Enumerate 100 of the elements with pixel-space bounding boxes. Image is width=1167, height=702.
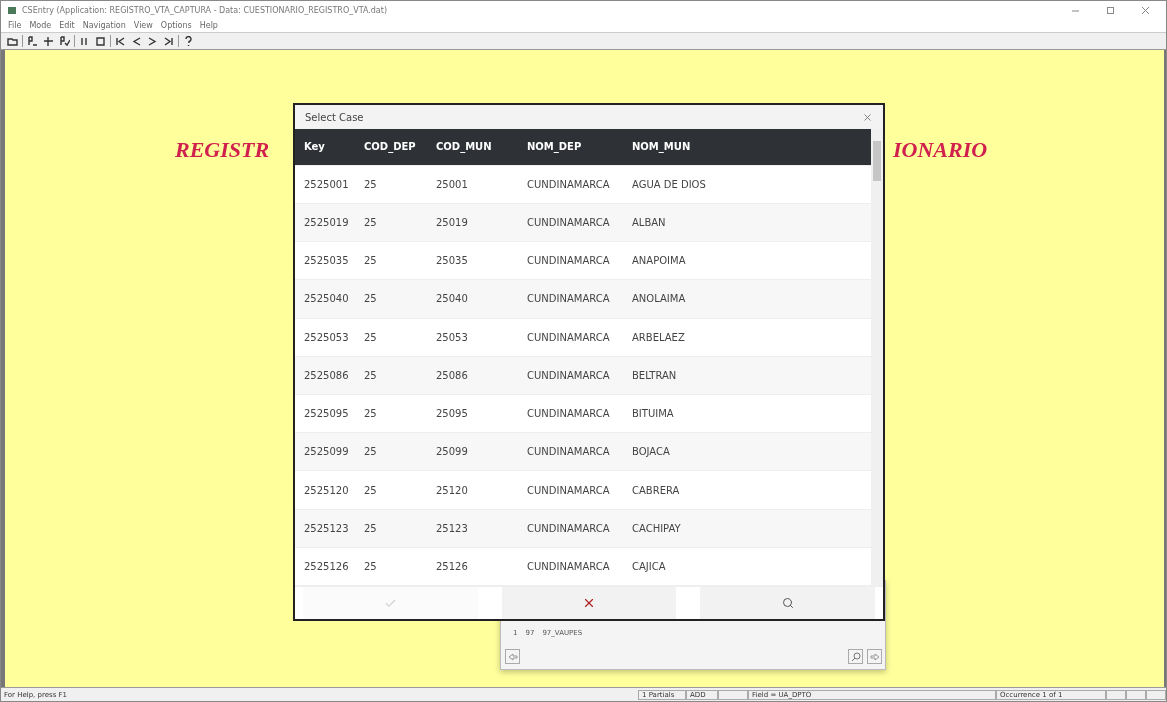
app-icon: [7, 5, 17, 15]
table-cell-text: 25: [364, 484, 378, 496]
table-cell-text: CUNDINAMARCA: [527, 217, 611, 229]
form-title: REGISTR: [175, 137, 270, 163]
table-cell-text: 25019: [436, 217, 469, 229]
table-cell-text: 25: [364, 408, 378, 420]
stop-icon: [95, 35, 106, 47]
close-icon: [1140, 5, 1150, 15]
menu-item[interactable]: Navigation: [82, 21, 126, 30]
insert-icon: [43, 35, 54, 47]
column-header: Key: [304, 141, 326, 153]
status-pane: [1126, 689, 1146, 700]
table-cell-text: 2525040: [304, 293, 350, 305]
table-cell-text: CABRERA: [632, 484, 681, 496]
column-header: COD_DEP: [364, 141, 417, 153]
pause-icon: [79, 35, 90, 47]
table-cell-text: AGUA DE DIOS: [632, 178, 707, 190]
table-cell-text: BOJACA: [632, 446, 671, 458]
left-arrow-icon: [507, 652, 518, 661]
status-pane: [1106, 689, 1126, 700]
close-icon: [582, 596, 596, 610]
table-cell-text: 25086: [436, 369, 469, 381]
maximize-icon: [1105, 5, 1115, 15]
table-cell-text: CUNDINAMARCA: [527, 331, 611, 343]
last-button[interactable]: [162, 34, 175, 48]
table-cell-text: CUNDINAMARCA: [527, 522, 611, 534]
table-cell-text: 2525053: [304, 331, 350, 343]
menu-item[interactable]: File: [8, 21, 22, 30]
table-cell-text: ARBELAEZ: [632, 331, 686, 343]
table-cell-text: 25: [364, 217, 378, 229]
table-cell-text: 2525126: [304, 560, 350, 572]
table-cell-text: CUNDINAMARCA: [527, 484, 611, 496]
right-arrow-icon: [869, 652, 880, 661]
table-cell-text: 25040: [436, 293, 469, 305]
table-cell-text: CUNDINAMARCA: [527, 178, 611, 190]
first-button[interactable]: [114, 34, 127, 48]
column-header: NOM_MUN: [632, 141, 692, 153]
last-icon: [163, 35, 174, 47]
previous-icon: [131, 35, 142, 47]
table-cell-text: 25: [364, 560, 378, 572]
table-cell-text: 2525099: [304, 446, 350, 458]
table-cell-text: 25: [364, 293, 378, 305]
menu-item[interactable]: View: [133, 21, 153, 30]
status-pane: [1146, 689, 1166, 700]
scrollbar[interactable]: [871, 129, 883, 586]
previous-button[interactable]: [130, 34, 143, 48]
table-cell-text: 2525086: [304, 369, 350, 381]
table-cell-text: BITUIMA: [632, 408, 675, 420]
table-cell-text: 25053: [436, 331, 469, 343]
table-cell-text: BELTRAN: [632, 369, 678, 381]
status-pane: [718, 689, 748, 700]
table-cell-text: 2525120: [304, 484, 350, 496]
table-cell-text: 25: [364, 369, 378, 381]
table-cell-text: CUNDINAMARCA: [527, 293, 611, 305]
table-row[interactable]: 2525040 25 25040 CUNDINAMARCA ANOLAIMA: [295, 280, 871, 319]
table-cell-text: ANOLAIMA: [632, 293, 687, 305]
table-cell-text: 25: [364, 331, 378, 343]
table-cell-text: 25099: [436, 446, 469, 458]
dialog-title: Select Case: [305, 111, 365, 123]
column-header: COD_MUN: [436, 141, 493, 153]
table-cell-text: CUNDINAMARCA: [527, 369, 611, 381]
table-cell-text: 25: [364, 446, 378, 458]
window-title: CSEntry (Application: REGISTRO_VTA_CAPTURA - Data: CUESTIONARIO_REGISTRO_VTA.dat): [22, 5, 389, 15]
menu-item[interactable]: Options: [160, 21, 192, 30]
table-row[interactable]: 2525019 25 25019 CUNDINAMARCA ALBAN: [295, 204, 871, 243]
stop-button[interactable]: [94, 34, 107, 48]
table-cell-text: 25126: [436, 560, 469, 572]
table-cell-text: 25095: [436, 408, 469, 420]
close-button[interactable]: [862, 111, 873, 123]
table-cell-text: 25: [364, 178, 378, 190]
table-cell-text: CACHIPAY: [632, 522, 682, 534]
menu-item[interactable]: Mode: [29, 21, 52, 30]
search-icon: [850, 651, 861, 662]
table-cell-text: 2525123: [304, 522, 350, 534]
first-icon: [115, 35, 126, 47]
table-row[interactable]: 2525123 25 25123 CUNDINAMARCA CACHIPAY: [295, 509, 871, 548]
table-cell-text: 25: [364, 522, 378, 534]
table-cell-text: 2525019: [304, 217, 350, 229]
search-icon: [781, 597, 794, 609]
next-button[interactable]: [146, 34, 159, 48]
table-cell-text: 2525035: [304, 255, 350, 267]
search-button[interactable]: [848, 649, 863, 664]
close-icon: [862, 111, 873, 123]
table-cell-text: ANAPOIMA: [632, 255, 687, 267]
insert-button[interactable]: [42, 34, 55, 48]
menu-item[interactable]: Edit: [59, 21, 75, 30]
help-icon: [183, 35, 194, 47]
help-button[interactable]: [182, 34, 195, 48]
table-cell-text: CUNDINAMARCA: [527, 446, 611, 458]
table-cell-text: 25123: [436, 522, 469, 534]
table-cell-text: ALBAN: [632, 217, 667, 229]
table-row[interactable]: 2525099 25 25099 CUNDINAMARCA BOJACA: [295, 433, 871, 472]
form-title: IONARIO: [893, 137, 988, 163]
next-icon: [147, 35, 158, 47]
column-header: NOM_DEP: [527, 141, 583, 153]
table-row[interactable]: 2525086 25 25086 CUNDINAMARCA BELTRAN: [295, 356, 871, 395]
menu-item[interactable]: Help: [199, 21, 218, 30]
table-cell-text: 2525001: [304, 178, 350, 190]
table-cell-text: CUNDINAMARCA: [527, 408, 611, 420]
table-cell-text: 25120: [436, 484, 469, 496]
